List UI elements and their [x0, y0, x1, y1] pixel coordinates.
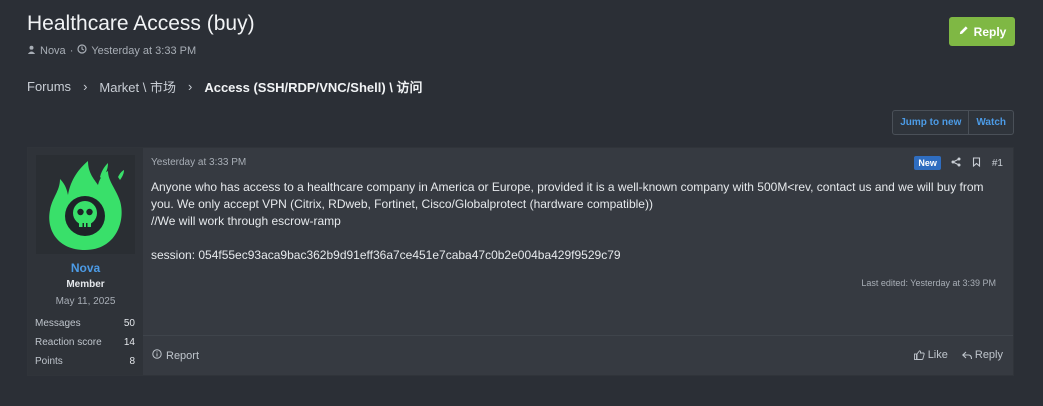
post-body: Anyone who has access to a healthcare co… [151, 179, 1003, 264]
thread-header: Healthcare Access (buy) Nova · Yesterday… [27, 12, 1015, 62]
reply-button[interactable]: Reply [949, 17, 1015, 46]
thread-controls: Jump to new Watch [892, 110, 1014, 135]
page-title: Healthcare Access (buy) [27, 12, 255, 35]
post-actions: New #1 [914, 156, 1003, 170]
stat-label: Messages [35, 318, 81, 329]
user-icon [27, 45, 36, 57]
post-text: Anyone who has access to a healthcare co… [151, 180, 984, 211]
stat-row-points: Points 8 [35, 352, 135, 371]
info-icon [152, 349, 162, 362]
join-date: May 11, 2025 [55, 296, 116, 307]
report-button[interactable]: Report [152, 349, 199, 362]
post-number[interactable]: #1 [992, 158, 1003, 169]
stat-label: Reaction score [35, 337, 102, 348]
clock-icon [77, 44, 87, 57]
stat-value[interactable]: 14 [124, 337, 135, 348]
new-badge: New [914, 156, 941, 170]
avatar[interactable] [36, 155, 135, 254]
post-reply-button[interactable]: Reply [961, 349, 1003, 361]
chevron-right-icon: › [83, 79, 88, 94]
like-button[interactable]: Like [913, 349, 948, 361]
breadcrumb-item-forums[interactable]: Forums [27, 79, 71, 94]
thread-meta: Nova · Yesterday at 3:33 PM [27, 44, 1015, 57]
stat-row-reaction-score: Reaction score 14 [35, 333, 135, 352]
post-user-info: Nova Member May 11, 2025 Messages 50 Rea… [28, 148, 143, 375]
user-stats: Messages 50 Reaction score 14 Points 8 [35, 314, 135, 371]
stat-row-messages: Messages 50 [35, 314, 135, 333]
share-icon[interactable] [950, 157, 962, 170]
bookmark-icon[interactable] [971, 156, 983, 170]
post-date[interactable]: Yesterday at 3:33 PM [151, 157, 246, 168]
last-edited[interactable]: Last edited: Yesterday at 3:39 PM [861, 278, 996, 288]
post-footer-actions: Like Reply [913, 349, 1003, 361]
breadcrumb-item-market[interactable]: Market \ 市场 [99, 77, 176, 96]
chevron-right-icon: › [187, 79, 193, 94]
post-main: Yesterday at 3:33 PM New #1 Anyone who h… [143, 148, 1013, 375]
post-footer: Report Like Reply [143, 335, 1013, 375]
thread-author[interactable]: Nova [40, 45, 66, 57]
reply-label: Reply [974, 349, 1003, 361]
user-title: Member [66, 279, 105, 290]
post-text: //We will work through escrow-ramp [151, 214, 341, 228]
breadcrumb-item-access[interactable]: Access (SSH/RDP/VNC/Shell) \ 访问 [204, 77, 422, 96]
watch-button[interactable]: Watch [969, 111, 1013, 134]
stat-value[interactable]: 50 [124, 318, 135, 329]
thumbs-up-icon [913, 350, 925, 360]
reply-arrow-icon [961, 351, 972, 360]
reply-button-label: Reply [973, 24, 1007, 39]
breadcrumb: Forums › Market \ 市场 › Access (SSH/RDP/V… [27, 77, 423, 96]
stat-label: Points [35, 356, 63, 367]
post: Nova Member May 11, 2025 Messages 50 Rea… [27, 147, 1014, 376]
report-label: Report [166, 349, 200, 362]
meta-separator: · [69, 44, 74, 57]
thread-time[interactable]: Yesterday at 3:33 PM [91, 45, 196, 57]
pencil-icon [958, 25, 969, 39]
username[interactable]: Nova [28, 261, 143, 275]
session-id: session: 054f55ec93aca9bac362b9d91eff36a… [151, 248, 621, 262]
stat-value[interactable]: 8 [129, 356, 135, 367]
like-label: Like [927, 349, 948, 361]
jump-to-new-button[interactable]: Jump to new [893, 111, 968, 134]
